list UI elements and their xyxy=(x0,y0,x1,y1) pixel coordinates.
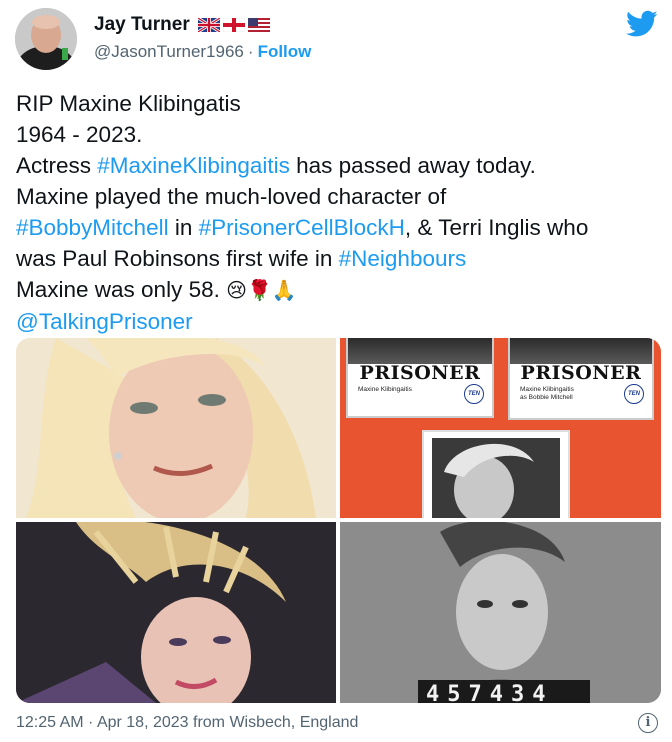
england-flag-icon xyxy=(222,18,245,32)
us-flag-icon xyxy=(247,18,270,32)
text-segment: Actress xyxy=(16,153,98,178)
avatar[interactable] xyxy=(15,8,77,70)
tweet-line-3: Actress #MaxineKlibingaitis has passed a… xyxy=(16,150,666,181)
mugshot-number: 457434 xyxy=(426,682,554,703)
tweet-timestamp[interactable]: 12:25 AM · Apr 18, 2023 from Wisbech, En… xyxy=(16,714,358,732)
photo-mugshot[interactable]: 457434 xyxy=(340,522,661,703)
info-icon[interactable]: i xyxy=(638,713,658,733)
prisoner-card-2-title: PRISONER xyxy=(520,362,642,384)
tweet-line-8: @TalkingPrisoner xyxy=(16,306,666,337)
ten-logo-icon: TEN xyxy=(464,384,484,404)
tweet-line-5: #BobbyMitchell in #PrisonerCellBlockH, &… xyxy=(16,212,666,243)
tweet-text: RIP Maxine Klibingatis 1964 - 2023. Actr… xyxy=(16,88,666,337)
author-name-row: Jay Turner xyxy=(94,14,270,36)
prisoner-card-1: PRISONER Maxine Klibingaitis TEN xyxy=(346,338,494,418)
hashtag-prisonercellblockh[interactable]: #PrisonerCellBlockH xyxy=(199,215,405,240)
tweet-line-7: Maxine was only 58. 😢🌹🙏 xyxy=(16,274,666,306)
text-segment: , & Terri Inglis who xyxy=(404,215,589,240)
separator-dot: · xyxy=(247,42,254,61)
prisoner-card-1-title: PRISONER xyxy=(359,362,481,384)
prisoner-photo-card xyxy=(422,430,570,518)
follow-button[interactable]: Follow xyxy=(258,42,312,62)
flags xyxy=(197,18,270,32)
hashtag-bobbymitchell[interactable]: #BobbyMitchell xyxy=(16,215,169,240)
photo-portrait-80s[interactable] xyxy=(16,522,336,703)
author-name[interactable]: Jay Turner xyxy=(94,14,190,36)
twitter-bird-icon[interactable] xyxy=(626,10,658,38)
hashtag-neighbours[interactable]: #Neighbours xyxy=(339,246,467,271)
prisoner-card-1-sub: Maxine Klibingaitis xyxy=(358,386,412,393)
handle-row: @JasonTurner1966 · Follow xyxy=(94,42,311,62)
prisoner-card-2: PRISONER Maxine Klibingaitis as Bobbie Mi… xyxy=(508,338,654,420)
media-grid: PRISONER Maxine Klibingaitis TEN PRISONE… xyxy=(16,338,661,703)
prisoner-card-2-sub: Maxine Klibingaitis as Bobbie Mitchell xyxy=(520,386,574,402)
hashtag-maxineklibingaitis[interactable]: #MaxineKlibingaitis xyxy=(97,153,290,178)
photo-portrait-blonde[interactable] xyxy=(16,338,336,518)
prisoner-card-2-sub2: as Bobbie Mitchell xyxy=(520,394,573,401)
tweet-line-4: Maxine played the much-loved character o… xyxy=(16,184,447,209)
ten-logo-icon: TEN xyxy=(624,384,644,404)
tweet-line-1: RIP Maxine Klibingatis xyxy=(16,91,241,116)
tweet-line-2: 1964 - 2023. xyxy=(16,122,143,147)
photo-prisoner-cards[interactable]: PRISONER Maxine Klibingaitis TEN PRISONE… xyxy=(340,338,661,518)
prisoner-card-2-sub1: Maxine Klibingaitis xyxy=(520,386,574,393)
emoji-crying-rose-pray-icon: 😢🌹🙏 xyxy=(226,278,297,302)
uk-flag-icon xyxy=(197,18,220,32)
tweet-line-6: was Paul Robinsons first wife in #Neighb… xyxy=(16,243,666,274)
text-segment: Maxine was only 58. xyxy=(16,277,227,302)
author-handle[interactable]: @JasonTurner1966 xyxy=(94,42,244,62)
text-segment: in xyxy=(168,215,199,240)
text-segment: has passed away today. xyxy=(289,153,536,178)
tweet-card: Jay Turner @JasonTurner1966 · Follow RIP… xyxy=(0,0,672,742)
mention-talkingprisoner[interactable]: @TalkingPrisoner xyxy=(16,309,193,334)
text-segment: was Paul Robinsons first wife in xyxy=(16,246,339,271)
